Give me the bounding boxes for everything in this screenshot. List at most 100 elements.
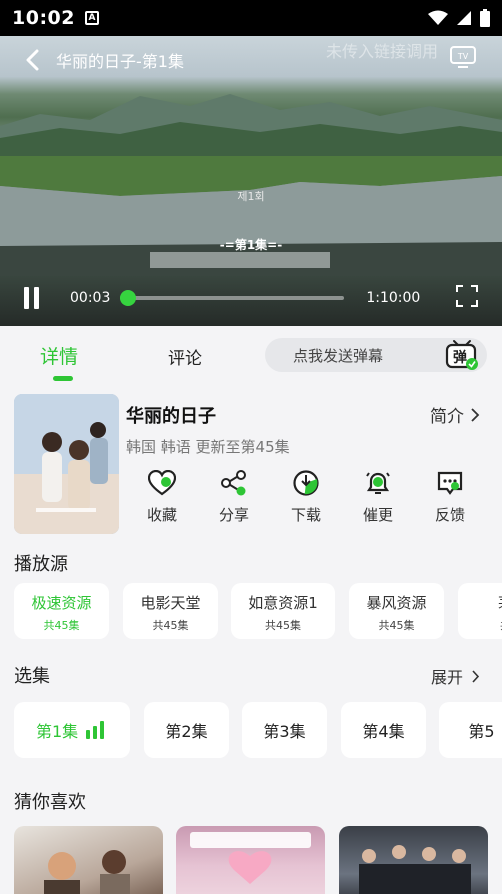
progress-slider[interactable]: [120, 290, 345, 306]
duration-time: 1:10:00: [366, 290, 421, 306]
expand-episodes-button[interactable]: 展开: [431, 664, 480, 688]
source-item[interactable]: 如意资源1 共45集: [231, 583, 335, 639]
danmu-badge-text: 弹: [453, 349, 467, 366]
feedback-button[interactable]: 反馈: [414, 470, 486, 525]
tv-cast-icon: TV: [450, 46, 476, 68]
chevron-left-icon: [26, 49, 39, 71]
signal-icon: [457, 11, 471, 25]
notification-icon: A: [84, 11, 99, 25]
player-title: 华丽的日子-第1集: [56, 52, 184, 71]
video-player[interactable]: 华丽的日子-第1集 未传入链接调用 TV 제1회 -=第1集=- 00:03 1…: [0, 36, 502, 326]
subtitle-episode: -=第1集=-: [219, 238, 283, 252]
fullscreen-icon: [456, 285, 478, 307]
detail-tabs: 详情 评论 点我发送弹幕 弹: [0, 326, 502, 386]
video-frame-mountains: [0, 94, 502, 156]
remind-update-button[interactable]: 催更: [342, 470, 414, 525]
recommend-poster-art: [44, 850, 130, 894]
source-name: 如意资源1: [248, 594, 318, 612]
danmu-toggle-icon[interactable]: 弹: [445, 339, 479, 371]
player-controls: 00:03 1:10:00: [0, 282, 502, 314]
episode-label: 第1集: [36, 722, 79, 741]
source-name: 茅: [458, 592, 502, 613]
episode-item[interactable]: 第5: [439, 702, 502, 758]
source-count: 共45集: [43, 619, 80, 632]
chevron-right-icon: [472, 669, 480, 683]
pause-bar: [24, 287, 29, 309]
svg-text:TV: TV: [457, 52, 469, 61]
recommend-poster[interactable]: [339, 826, 488, 894]
action-bar: 收藏 分享 下载 催更 反馈: [126, 470, 496, 534]
wifi-icon: [428, 10, 448, 25]
danmu-placeholder: 点我发送弹幕: [293, 346, 384, 365]
download-button[interactable]: 下载: [270, 470, 342, 525]
action-label: 催更: [362, 506, 393, 524]
battery-icon: [480, 9, 490, 27]
source-count: 共45集: [378, 619, 415, 632]
action-label: 收藏: [146, 506, 177, 524]
show-poster[interactable]: [14, 394, 119, 534]
source-name: 电影天堂: [140, 594, 201, 612]
episode-item[interactable]: 第4集: [341, 702, 426, 758]
episodes-title: 选集: [14, 666, 50, 687]
action-label: 分享: [218, 506, 249, 524]
subtitle-korean: 제1회: [237, 190, 265, 203]
episode-item[interactable]: 第2集: [144, 702, 229, 758]
recommend-poster-art: [359, 845, 471, 894]
tab-detail[interactable]: 详情: [40, 342, 78, 369]
intro-label: 简介: [430, 407, 464, 427]
intro-button[interactable]: 简介: [430, 402, 480, 427]
expand-label: 展开: [430, 668, 463, 687]
app-screen: 10:02 A 华丽的日子-第1集 未传入链接调用 TV 제1회 -=第1集=-…: [0, 0, 502, 894]
download-icon: [293, 470, 319, 496]
action-label: 反馈: [434, 506, 465, 524]
episode-item[interactable]: 第3集: [242, 702, 327, 758]
favorite-button[interactable]: 收藏: [126, 470, 198, 525]
heart-icon: [148, 470, 176, 496]
status-time: 10:02: [12, 7, 75, 29]
episode-label: 第4集: [362, 722, 405, 741]
tab-comment[interactable]: 评论: [168, 344, 202, 369]
source-item[interactable]: 电影天堂 共45集: [123, 583, 218, 639]
feedback-icon: [437, 471, 463, 495]
tab-active-indicator: [53, 376, 73, 381]
recommend-list: [14, 826, 502, 894]
source-item[interactable]: 极速资源 共45集: [14, 583, 109, 639]
progress-knob[interactable]: [120, 290, 137, 306]
source-name: 极速资源: [31, 594, 92, 612]
recommend-title: 猜你喜欢: [14, 792, 86, 813]
source-list: 极速资源 共45集 电影天堂 共45集 如意资源1 共45集 暴风资源 共45集…: [14, 583, 502, 639]
player-watermark: 未传入链接调用: [325, 42, 438, 61]
status-indicators: [428, 9, 490, 27]
source-count: 共45集: [265, 619, 301, 632]
show-title: 华丽的日子: [126, 406, 216, 427]
chevron-right-icon: [471, 407, 480, 422]
source-name: 暴风资源: [366, 594, 427, 612]
recommend-poster[interactable]: [14, 826, 163, 894]
episode-label: 第5: [468, 722, 495, 741]
pause-bar: [34, 287, 39, 309]
show-meta: 韩国 韩语 更新至第45集: [126, 438, 290, 456]
sources-title: 播放源: [14, 554, 68, 575]
recommend-poster-art: [190, 832, 311, 884]
back-button[interactable]: [18, 46, 46, 74]
episode-label: 第2集: [165, 722, 208, 741]
danmu-input[interactable]: 点我发送弹幕 弹: [265, 338, 487, 372]
source-item[interactable]: 暴风资源 共45集: [349, 583, 444, 639]
source-item[interactable]: 茅 共: [458, 583, 502, 639]
pause-button[interactable]: [24, 287, 44, 309]
share-icon: [221, 470, 246, 496]
bell-icon: [366, 472, 390, 494]
fullscreen-button[interactable]: [456, 285, 478, 311]
playing-bars-icon: [86, 721, 105, 739]
poster-artwork: [14, 394, 119, 534]
source-count: 共: [458, 617, 502, 633]
recommend-poster[interactable]: [176, 826, 325, 894]
source-count: 共45集: [152, 619, 189, 632]
episode-label: 第3集: [263, 722, 306, 741]
current-time: 00:03: [70, 290, 111, 306]
episode-item[interactable]: 第1集: [14, 702, 130, 758]
status-bar: 10:02 A: [0, 0, 502, 36]
video-frame-river: [0, 156, 502, 276]
cast-tv-button[interactable]: TV: [450, 44, 476, 72]
share-button[interactable]: 分享: [198, 470, 270, 525]
